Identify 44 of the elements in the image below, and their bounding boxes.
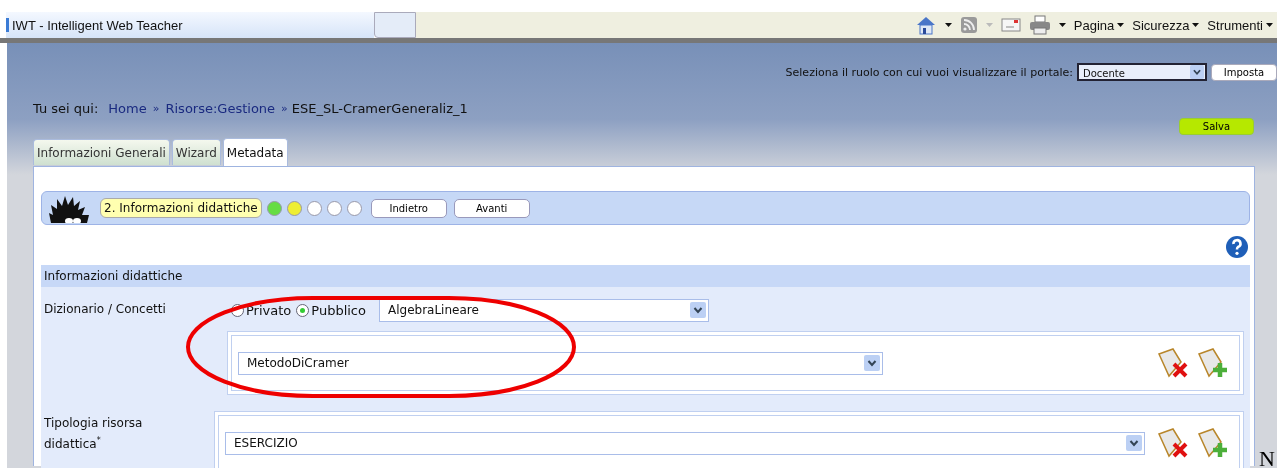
step-dot[interactable] — [286, 200, 302, 216]
set-role-button[interactable]: Imposta — [1211, 63, 1277, 81]
value-select[interactable]: MetodoDiCramer — [238, 351, 883, 375]
step-dot[interactable] — [346, 200, 362, 216]
save-button[interactable]: Salva — [1179, 118, 1254, 135]
field-label: Dizionario / Concetti — [43, 301, 167, 318]
tab[interactable]: Wizard — [171, 139, 221, 165]
breadcrumb-current: ESE_SL-CramerGeneraliz_1 — [291, 101, 468, 116]
step-dot[interactable] — [306, 200, 322, 216]
step-speech-bubble: 2. Informazioni didattiche — [100, 198, 262, 218]
breadcrumb-separator: » — [281, 102, 288, 115]
caret-icon — [1266, 23, 1273, 27]
mail-icon[interactable] — [1000, 17, 1021, 33]
role-label: Seleziona il ruolo con cui vuoi visualizzare il portale: — [785, 65, 1073, 79]
browser-tab[interactable]: IWT - Intelligent Web Teacher — [6, 12, 374, 38]
printer-icon[interactable] — [1028, 15, 1051, 35]
tab[interactable]: Informazioni Generali — [33, 139, 170, 165]
role-select[interactable]: Docente — [1077, 63, 1207, 81]
toolbar-menu[interactable]: Pagina — [1073, 17, 1125, 33]
caret-icon — [1192, 23, 1200, 27]
caret-icon[interactable] — [944, 23, 952, 27]
caret-icon — [1117, 23, 1125, 27]
step-dot[interactable] — [326, 200, 342, 216]
toolbar-menu[interactable]: Strumenti — [1207, 17, 1273, 33]
radio-button[interactable]: Pubblico — [296, 302, 366, 318]
caret-icon[interactable] — [1058, 23, 1066, 27]
breadcrumb-separator: » — [152, 102, 160, 115]
new-tab-button[interactable] — [374, 12, 416, 38]
help-icon[interactable] — [1225, 235, 1249, 259]
breadcrumb-link[interactable]: Home — [108, 101, 147, 116]
rss-feed-icon[interactable] — [959, 16, 978, 34]
toolbar-menu[interactable]: Sicurezza — [1132, 17, 1200, 33]
breadcrumb-link[interactable]: Risorse:Gestione — [165, 101, 276, 116]
document-text: N — [1259, 446, 1275, 468]
step-dot[interactable] — [266, 200, 282, 216]
radio-button[interactable]: Privato — [231, 302, 292, 318]
section-header: Informazioni didattiche — [41, 265, 1250, 287]
wizard-button[interactable]: Indietro — [370, 198, 447, 218]
value-select[interactable]: ESERCIZIO — [225, 431, 1145, 455]
wizard-button[interactable]: Avanti — [453, 198, 530, 218]
dictionary-select[interactable]: AlgebraLineare — [378, 298, 709, 322]
tab[interactable]: Metadata — [222, 138, 288, 166]
field-label: Tipologia risorsa didattica$^{*}$ — [43, 415, 144, 453]
breadcrumb-label: Tu sei qui: — [33, 101, 99, 116]
